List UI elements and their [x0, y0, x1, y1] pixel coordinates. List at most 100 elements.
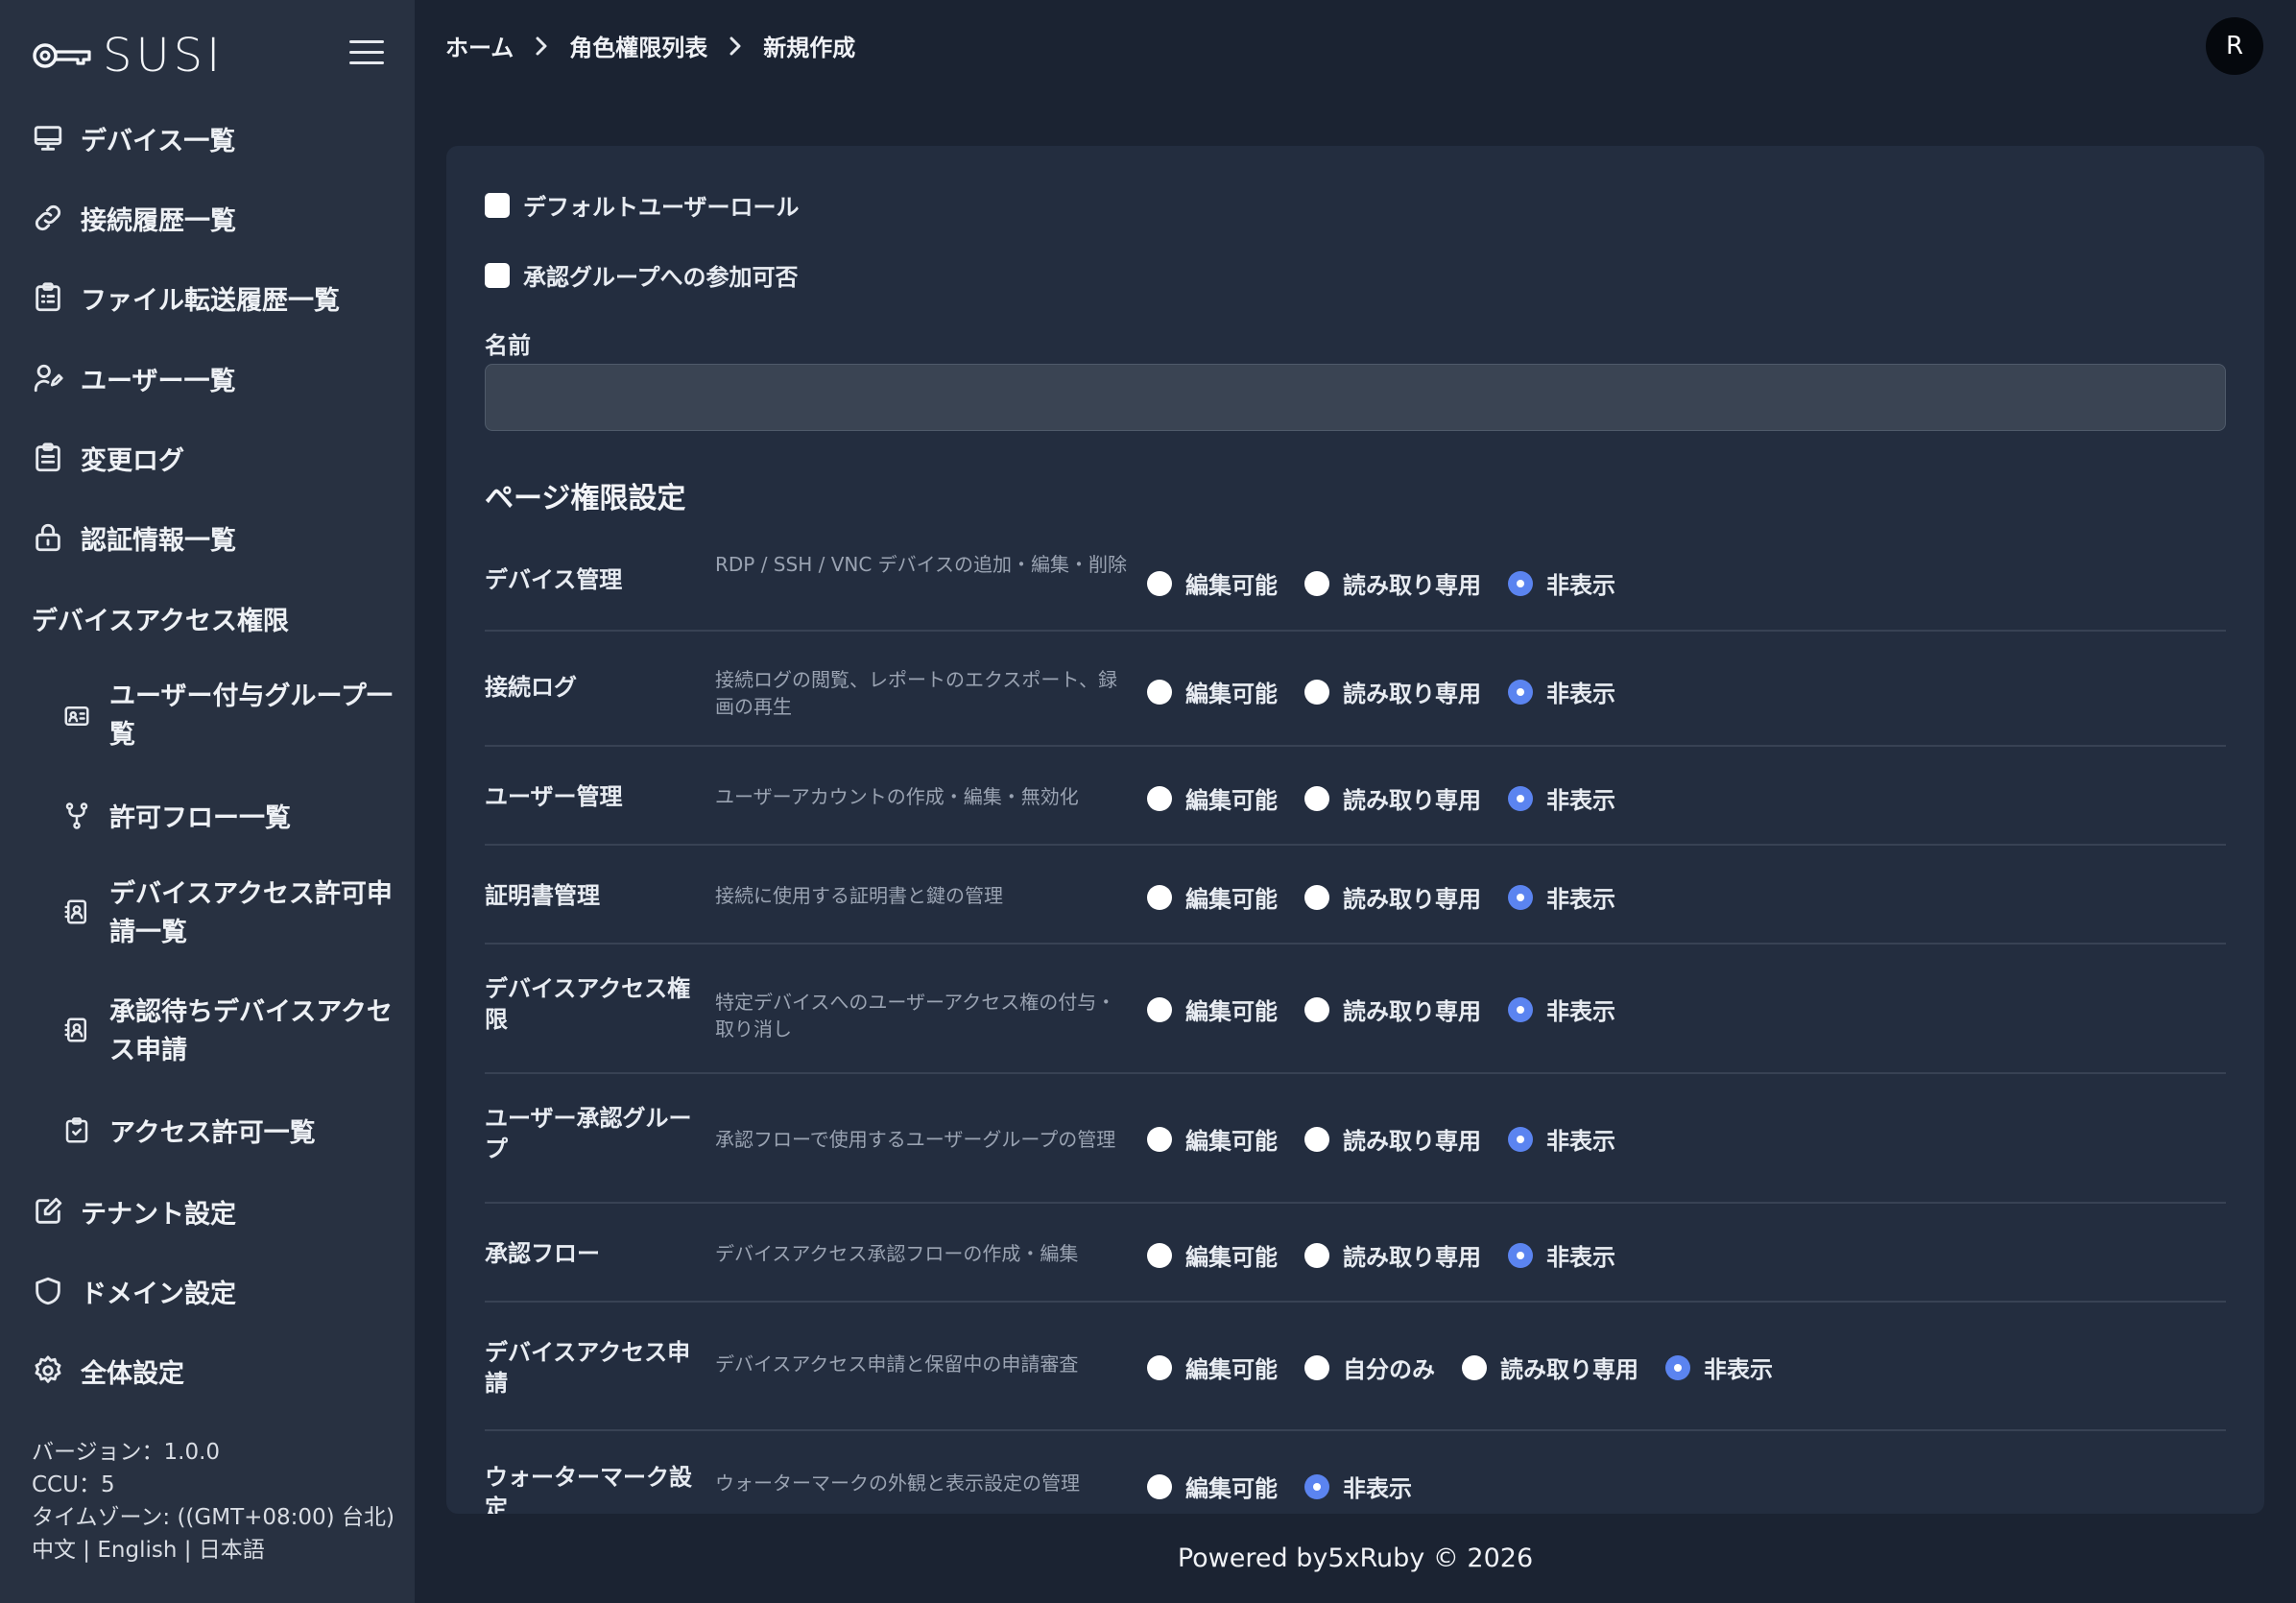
sidebar: SUSI デバイス一覧 接続履歴一覧 ファイル転送履歴一覧 ユーザー一覧 変更ロ…	[0, 0, 415, 1603]
permission-option[interactable]: 非表示	[1508, 1238, 1615, 1272]
sidebar-item-user-groups[interactable]: ユーザー付与グループ一覧	[60, 678, 395, 754]
menu-toggle-icon[interactable]	[349, 40, 384, 69]
radio-selected[interactable]	[1508, 785, 1533, 811]
permission-option[interactable]: 非表示	[1508, 781, 1615, 815]
logo[interactable]: SUSI	[32, 29, 224, 83]
sidebar-item-devices[interactable]: デバイス一覧	[29, 119, 395, 157]
sidebar-item-label: 認証情報一覧	[81, 525, 236, 556]
permission-option[interactable]: 読み取り専用	[1304, 993, 1481, 1026]
permission-option-label: 非表示	[1546, 681, 1615, 707]
radio-selected[interactable]	[1508, 1126, 1533, 1152]
radio-unselected[interactable]	[1147, 679, 1172, 705]
sidebar-item-credentials[interactable]: 認証情報一覧	[29, 518, 395, 557]
radio-unselected[interactable]	[1147, 785, 1172, 811]
permission-option[interactable]: 非表示	[1508, 566, 1615, 600]
permission-option[interactable]: 読み取り専用	[1304, 1238, 1481, 1272]
sidebar-item-pending-requests[interactable]: 承認待ちデバイスアクセス申請	[60, 993, 395, 1070]
breadcrumb-role-list[interactable]: 角色權限列表	[569, 29, 707, 62]
sidebar-item-approval-flows[interactable]: 許可フロー一覧	[60, 797, 395, 834]
permission-option[interactable]: 編集可能	[1147, 1238, 1278, 1272]
radio-unselected[interactable]	[1462, 1354, 1487, 1380]
radio-unselected[interactable]	[1304, 570, 1329, 596]
permission-option[interactable]: 読み取り専用	[1304, 1122, 1481, 1156]
sidebar-section-device-access[interactable]: デバイスアクセス権限	[32, 600, 289, 637]
permission-option[interactable]: 編集可能	[1147, 566, 1278, 600]
permission-option[interactable]: 読み取り専用	[1304, 566, 1481, 600]
radio-unselected[interactable]	[1304, 1354, 1329, 1380]
permission-option[interactable]: 編集可能	[1147, 1351, 1278, 1384]
permission-option[interactable]: 編集可能	[1147, 781, 1278, 815]
permission-option[interactable]: 編集可能	[1147, 993, 1278, 1026]
id-card-icon	[60, 699, 94, 733]
radio-selected[interactable]	[1304, 1473, 1329, 1499]
radio-selected[interactable]	[1665, 1354, 1690, 1380]
sidebar-item-global-settings[interactable]: 全体設定	[29, 1352, 395, 1390]
permission-option[interactable]: 非表示	[1508, 1122, 1615, 1156]
permission-option[interactable]: 読み取り専用	[1304, 675, 1481, 708]
permission-description: デバイスアクセス申請と保留中の申請審査	[715, 1352, 1079, 1376]
sidebar-item-domain-settings[interactable]: ドメイン設定	[29, 1272, 395, 1310]
radio-unselected[interactable]	[1304, 1242, 1329, 1268]
permission-option-label: 非表示	[1546, 886, 1615, 913]
language-switcher[interactable]: 中文 | English | 日本語	[32, 1534, 395, 1567]
sidebar-item-change-log[interactable]: 変更ログ	[29, 439, 395, 477]
sidebar-item-connection-history[interactable]: 接続履歴一覧	[29, 199, 395, 237]
sidebar-item-label: デバイス一覧	[81, 126, 236, 156]
permission-option[interactable]: 非表示	[1508, 675, 1615, 708]
radio-selected[interactable]	[1508, 996, 1533, 1022]
permission-option[interactable]: 読み取り専用	[1462, 1351, 1638, 1384]
approval-group-checkbox[interactable]	[485, 262, 510, 288]
permission-option[interactable]: 非表示	[1665, 1351, 1773, 1384]
radio-selected[interactable]	[1508, 679, 1533, 705]
radio-unselected[interactable]	[1147, 884, 1172, 910]
sidebar-item-tenant-settings[interactable]: テナント設定	[29, 1192, 395, 1231]
permission-option-label: 読み取り専用	[1343, 787, 1481, 814]
permission-option[interactable]: 編集可能	[1147, 880, 1278, 914]
permission-option[interactable]: 読み取り専用	[1304, 781, 1481, 815]
footer-text: Powered by5xRuby © 2026	[1177, 1543, 1534, 1573]
radio-unselected[interactable]	[1304, 884, 1329, 910]
permission-option[interactable]: 非表示	[1508, 993, 1615, 1026]
permission-option[interactable]: 編集可能	[1147, 675, 1278, 708]
radio-unselected[interactable]	[1304, 996, 1329, 1022]
permission-description: 承認フローで使用するユーザーグループの管理	[715, 1128, 1116, 1151]
radio-selected[interactable]	[1508, 884, 1533, 910]
lock-icon	[29, 518, 67, 557]
permission-option[interactable]: 編集可能	[1147, 1122, 1278, 1156]
permission-row: 承認フロー デバイスアクセス承認フローの作成・編集 編集可能 読み取り専用 非表示	[485, 1204, 2226, 1303]
sidebar-item-access-requests[interactable]: デバイスアクセス許可申請一覧	[60, 875, 395, 952]
permission-option[interactable]: 編集可能	[1147, 1470, 1278, 1503]
breadcrumb-home[interactable]: ホーム	[445, 29, 514, 62]
radio-unselected[interactable]	[1147, 1473, 1172, 1499]
git-fork-icon	[60, 799, 94, 833]
radio-unselected[interactable]	[1304, 679, 1329, 705]
radio-selected[interactable]	[1508, 1242, 1533, 1268]
permission-row: ユーザー管理 ユーザーアカウントの作成・編集・無効化 編集可能 読み取り専用 非表示	[485, 747, 2226, 846]
radio-unselected[interactable]	[1304, 1126, 1329, 1152]
name-input[interactable]	[485, 364, 2226, 431]
radio-selected[interactable]	[1508, 570, 1533, 596]
radio-unselected[interactable]	[1147, 570, 1172, 596]
sidebar-item-access-grants[interactable]: アクセス許可一覧	[60, 1112, 395, 1149]
approval-group-checkbox-row[interactable]: 承認グループへの参加可否	[485, 258, 799, 292]
permission-option[interactable]: 非表示	[1508, 880, 1615, 914]
permission-option[interactable]: 自分のみ	[1304, 1351, 1435, 1384]
sidebar-item-file-transfer-history[interactable]: ファイル転送履歴一覧	[29, 278, 395, 317]
shield-icon	[29, 1272, 67, 1310]
radio-unselected[interactable]	[1147, 996, 1172, 1022]
sidebar-item-users[interactable]: ユーザー一覧	[29, 359, 395, 397]
permission-option-label: 編集可能	[1185, 886, 1278, 913]
avatar[interactable]: R	[2206, 17, 2263, 75]
version-text: バージョン：1.0.0	[32, 1440, 221, 1465]
contact-book-icon	[60, 895, 94, 929]
permission-name: ウォーターマーク設定	[485, 1464, 692, 1514]
radio-unselected[interactable]	[1147, 1354, 1172, 1380]
permission-option[interactable]: 読み取り専用	[1304, 880, 1481, 914]
permission-option[interactable]: 非表示	[1304, 1470, 1412, 1503]
default-role-checkbox-row[interactable]: デフォルトユーザーロール	[485, 188, 800, 222]
default-role-checkbox[interactable]	[485, 192, 510, 218]
radio-unselected[interactable]	[1147, 1126, 1172, 1152]
chevron-right-icon	[729, 36, 742, 57]
radio-unselected[interactable]	[1304, 785, 1329, 811]
radio-unselected[interactable]	[1147, 1242, 1172, 1268]
